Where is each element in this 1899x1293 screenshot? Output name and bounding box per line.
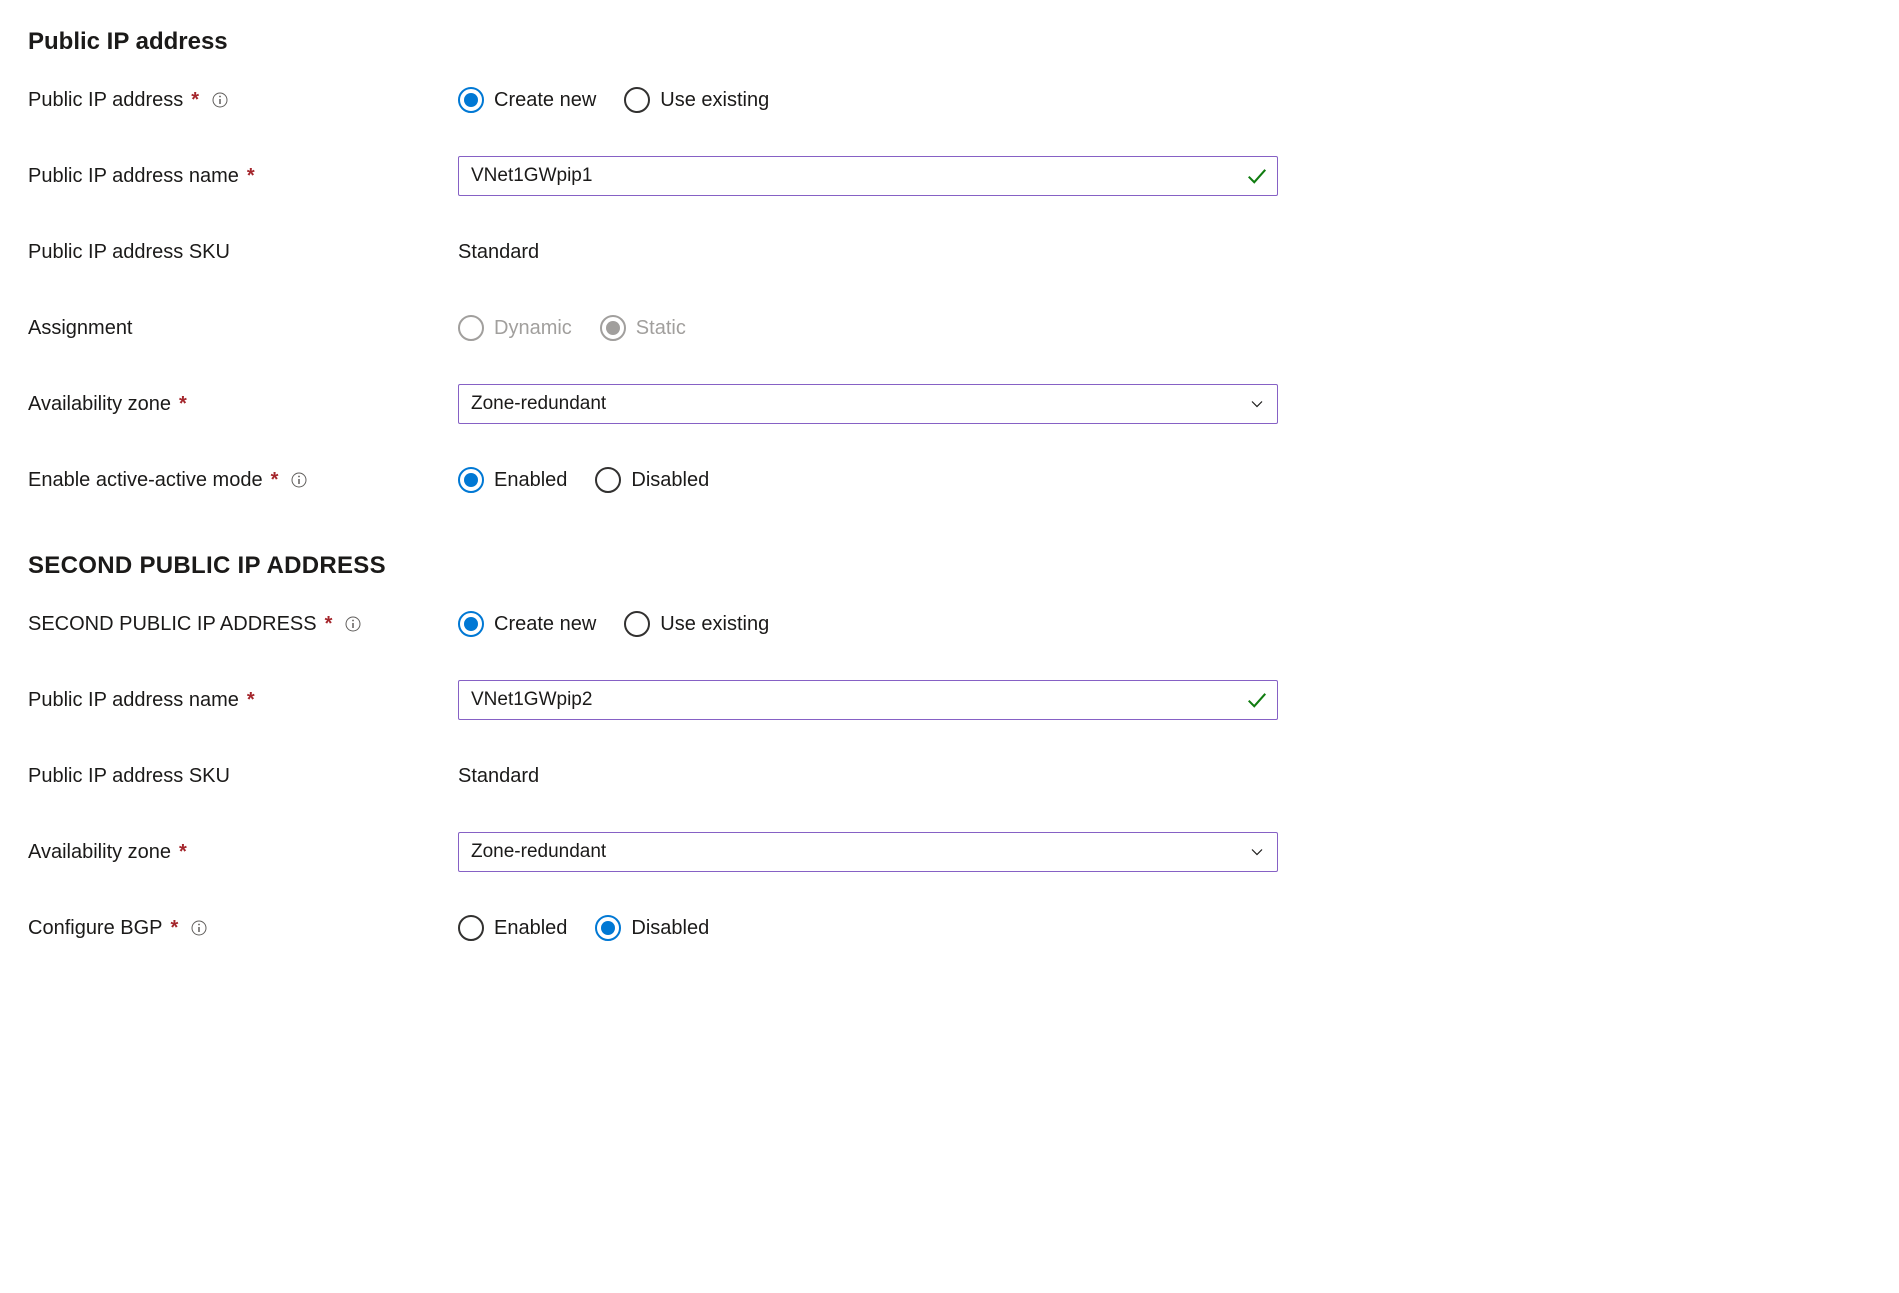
label-second-public-ip: SECOND PUBLIC IP ADDRESS	[28, 613, 317, 636]
radio-assignment-dynamic: Dynamic	[458, 315, 572, 341]
radio-label-enabled: Enabled	[494, 469, 567, 492]
required-marker: *	[171, 917, 179, 940]
row-assignment: Assignment Dynamic Static	[28, 308, 1871, 348]
row-active-active: Enable active-active mode * Enabled Disa…	[28, 460, 1871, 500]
section-heading-public-ip: Public IP address	[28, 28, 1871, 56]
radio-public-ip-create-new[interactable]: Create new	[458, 87, 596, 113]
radio-label-use-existing: Use existing	[660, 613, 769, 636]
required-marker: *	[271, 469, 279, 492]
radio-second-ip-create-new[interactable]: Create new	[458, 611, 596, 637]
label-availability-zone: Availability zone	[28, 393, 171, 416]
radio-bgp-enabled[interactable]: Enabled	[458, 915, 567, 941]
label-second-public-ip-name: Public IP address name	[28, 689, 239, 712]
required-marker: *	[191, 89, 199, 112]
input-second-public-ip-name[interactable]	[458, 680, 1278, 720]
radio-label-enabled: Enabled	[494, 917, 567, 940]
radio-label-create-new: Create new	[494, 613, 596, 636]
radio-bgp-disabled[interactable]: Disabled	[595, 915, 709, 941]
row-second-public-ip: SECOND PUBLIC IP ADDRESS * Create new Us…	[28, 604, 1871, 644]
section-heading-second-public-ip: SECOND PUBLIC IP ADDRESS	[28, 552, 1871, 580]
input-public-ip-name[interactable]	[458, 156, 1278, 196]
radio-label-create-new: Create new	[494, 89, 596, 112]
required-marker: *	[325, 613, 333, 636]
chevron-down-icon	[1249, 844, 1265, 860]
radio-label-use-existing: Use existing	[660, 89, 769, 112]
info-icon[interactable]	[290, 471, 308, 489]
input-wrap-second-public-ip-name	[458, 680, 1278, 720]
row-public-ip-address: Public IP address * Create new Use exist…	[28, 80, 1871, 120]
required-marker: *	[247, 165, 255, 188]
label-public-ip-address: Public IP address	[28, 89, 183, 112]
row-configure-bgp: Configure BGP * Enabled Disabled	[28, 908, 1871, 948]
info-icon[interactable]	[211, 91, 229, 109]
dropdown-value-second-availability-zone: Zone-redundant	[471, 841, 606, 863]
row-public-ip-name: Public IP address name *	[28, 156, 1871, 196]
radio-public-ip-use-existing[interactable]: Use existing	[624, 87, 769, 113]
radio-label-disabled: Disabled	[631, 469, 709, 492]
radio-label-disabled: Disabled	[631, 917, 709, 940]
dropdown-availability-zone[interactable]: Zone-redundant	[458, 384, 1278, 424]
row-second-availability-zone: Availability zone * Zone-redundant	[28, 832, 1871, 872]
required-marker: *	[247, 689, 255, 712]
radio-label-dynamic: Dynamic	[494, 317, 572, 340]
label-configure-bgp: Configure BGP	[28, 917, 163, 940]
required-marker: *	[179, 841, 187, 864]
chevron-down-icon	[1249, 396, 1265, 412]
checkmark-icon	[1246, 165, 1268, 187]
label-active-active: Enable active-active mode	[28, 469, 263, 492]
label-second-public-ip-sku: Public IP address SKU	[28, 765, 230, 788]
radio-active-active-disabled[interactable]: Disabled	[595, 467, 709, 493]
radio-active-active-enabled[interactable]: Enabled	[458, 467, 567, 493]
row-public-ip-sku: Public IP address SKU Standard	[28, 232, 1871, 272]
radio-second-ip-use-existing[interactable]: Use existing	[624, 611, 769, 637]
info-icon[interactable]	[190, 919, 208, 937]
value-public-ip-sku: Standard	[458, 241, 539, 264]
radio-assignment-static: Static	[600, 315, 686, 341]
row-availability-zone: Availability zone * Zone-redundant	[28, 384, 1871, 424]
label-second-availability-zone: Availability zone	[28, 841, 171, 864]
radio-label-static: Static	[636, 317, 686, 340]
label-public-ip-name: Public IP address name	[28, 165, 239, 188]
row-second-public-ip-sku: Public IP address SKU Standard	[28, 756, 1871, 796]
row-second-public-ip-name: Public IP address name *	[28, 680, 1871, 720]
dropdown-value-availability-zone: Zone-redundant	[471, 393, 606, 415]
info-icon[interactable]	[344, 615, 362, 633]
label-public-ip-sku: Public IP address SKU	[28, 241, 230, 264]
required-marker: *	[179, 393, 187, 416]
checkmark-icon	[1246, 689, 1268, 711]
value-second-public-ip-sku: Standard	[458, 765, 539, 788]
input-wrap-public-ip-name	[458, 156, 1278, 196]
label-assignment: Assignment	[28, 317, 133, 340]
dropdown-second-availability-zone[interactable]: Zone-redundant	[458, 832, 1278, 872]
